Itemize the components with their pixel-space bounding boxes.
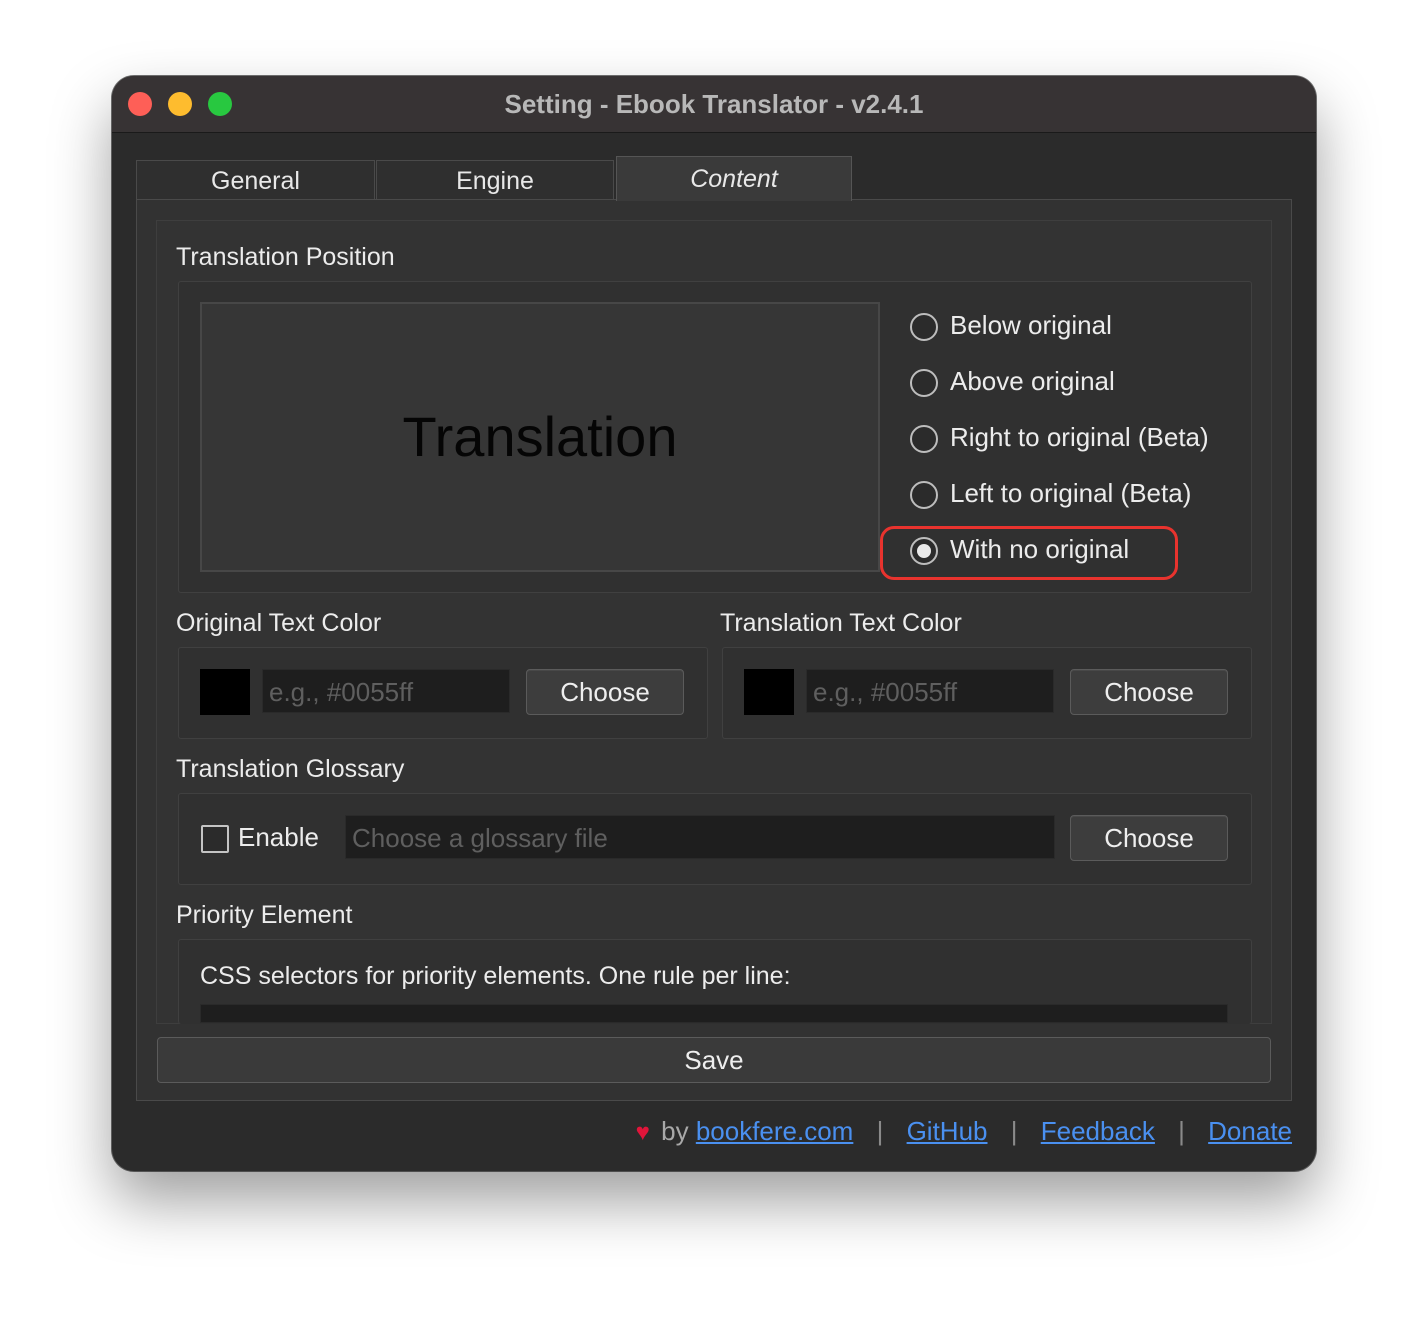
glossary-title: Translation Glossary (176, 755, 405, 783)
preview-text: Translation (402, 405, 678, 468)
radio-label: Below original (950, 310, 1112, 340)
radio-label: Above original (950, 366, 1115, 396)
donate-link[interactable]: Donate (1208, 1116, 1292, 1146)
translation-preview: Translation (200, 302, 880, 572)
footer-separator: | (1178, 1116, 1185, 1146)
translation-color-choose-button[interactable]: Choose (1070, 669, 1228, 715)
tab-content[interactable]: Content (616, 156, 852, 201)
highlight-annotation (880, 526, 1178, 580)
settings-window: Setting - Ebook Translator - v2.4.1 Gene… (112, 76, 1316, 1171)
heart-icon: ♥ (635, 1119, 650, 1146)
title-bar: Setting - Ebook Translator - v2.4.1 (112, 76, 1316, 133)
original-color-input[interactable]: e.g., #0055ff (262, 669, 510, 713)
radio-button[interactable] (910, 369, 938, 397)
original-color-choose-button[interactable]: Choose (526, 669, 684, 715)
glossary-enable-checkbox[interactable] (201, 825, 229, 853)
translation-position-title: Translation Position (176, 243, 395, 271)
translation-color-input[interactable]: e.g., #0055ff (806, 669, 1054, 713)
tab-general[interactable]: General (136, 160, 375, 199)
radio-button[interactable] (910, 481, 938, 509)
translation-color-swatch (744, 669, 794, 715)
priority-description: CSS selectors for priority elements. One… (200, 962, 791, 990)
footer-links: ♥ by bookfere.com | GitHub | Feedback | … (636, 1116, 1292, 1152)
radio-button[interactable] (910, 313, 938, 341)
radio-label: Right to original (Beta) (950, 422, 1209, 452)
tab-engine[interactable]: Engine (376, 160, 614, 199)
window-title: Setting - Ebook Translator - v2.4.1 (504, 89, 924, 119)
original-color-title: Original Text Color (176, 609, 382, 637)
original-color-swatch (200, 669, 250, 715)
footer-separator: | (1010, 1116, 1018, 1146)
glossary-file-input[interactable]: Choose a glossary file (345, 815, 1055, 859)
glossary-choose-button[interactable]: Choose (1070, 815, 1228, 861)
bookfere-link[interactable]: bookfere.com (696, 1116, 854, 1146)
footer-separator: | (876, 1116, 884, 1146)
glossary-enable-label: Enable (238, 822, 319, 852)
priority-selectors-textarea[interactable] (200, 1004, 1228, 1023)
github-link[interactable]: GitHub (907, 1116, 988, 1146)
feedback-link[interactable]: Feedback (1041, 1116, 1155, 1146)
footer-by: by (661, 1116, 689, 1146)
translation-color-title: Translation Text Color (720, 609, 962, 637)
radio-button[interactable] (910, 425, 938, 453)
radio-label: Left to original (Beta) (950, 478, 1192, 508)
save-button[interactable]: Save (157, 1037, 1271, 1083)
priority-element-title: Priority Element (176, 901, 353, 929)
